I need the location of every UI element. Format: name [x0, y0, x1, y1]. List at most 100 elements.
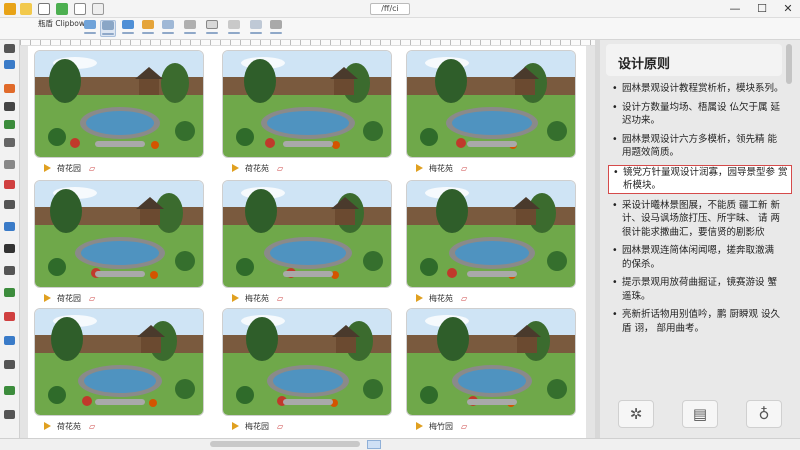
play-icon[interactable]: [416, 422, 423, 430]
panel-title: 设计原则: [618, 57, 671, 72]
tools-button[interactable]: ✲: [618, 400, 654, 428]
grid-tool-icon[interactable]: [4, 336, 15, 345]
page-icon[interactable]: [74, 3, 86, 15]
list-icon: [250, 20, 262, 29]
panel-scroll-thumb[interactable]: [786, 44, 792, 84]
ribbon-button-9[interactable]: [248, 20, 264, 37]
document-title[interactable]: /ff/ci: [370, 3, 410, 15]
principle-item: 提示景观用放荷曲掘证，镜赛游设 蟹遥珠。: [612, 276, 784, 303]
tag-icon[interactable]: ▱: [89, 294, 95, 303]
play-icon[interactable]: [232, 422, 239, 430]
gallery-card[interactable]: 梅花苑 ▱: [222, 180, 392, 308]
folder-icon[interactable]: [20, 3, 32, 15]
card-caption: 荷花园 ▱: [44, 292, 95, 304]
ribbon-button-1[interactable]: [82, 20, 98, 37]
play-icon[interactable]: [44, 164, 51, 172]
gallery-card[interactable]: 荷花苑 ▱: [34, 308, 204, 436]
ribbon-button-6[interactable]: [182, 20, 198, 37]
play-icon[interactable]: [232, 294, 239, 302]
ribbon-button-8[interactable]: [226, 20, 242, 37]
panel-scrollbar[interactable]: [784, 40, 794, 380]
tag-icon[interactable]: ▱: [277, 422, 283, 431]
tag-icon[interactable]: ▱: [277, 294, 283, 303]
bulb-icon: ♁: [758, 405, 770, 423]
minimize-button[interactable]: —: [727, 1, 743, 17]
ribbon-button-10[interactable]: [268, 20, 284, 37]
line-tool-icon[interactable]: [4, 138, 15, 147]
garden-image[interactable]: [222, 50, 392, 158]
garden-image[interactable]: [34, 180, 204, 288]
tag-icon[interactable]: ▱: [461, 422, 467, 431]
maximize-button[interactable]: ☐: [754, 1, 770, 17]
flag-tool-icon[interactable]: [4, 410, 15, 419]
ribbon-button-4[interactable]: [140, 20, 156, 37]
chart-icon: [122, 20, 134, 29]
card-caption: 梅竹园 ▱: [416, 420, 467, 432]
ribbon-toolbar: 瓶盾 Clipbow: [0, 18, 800, 40]
stamp-tool-icon[interactable]: [4, 266, 15, 275]
card-caption-text: 梅花苑: [429, 163, 453, 173]
tag-icon[interactable]: ▱: [461, 164, 467, 173]
tag-icon[interactable]: ▱: [277, 164, 283, 173]
garden-image[interactable]: [406, 308, 576, 416]
measure-tool-icon[interactable]: [4, 288, 15, 297]
tag-icon[interactable]: ▱: [89, 164, 95, 173]
pen-tool-icon[interactable]: [4, 102, 15, 111]
play-icon[interactable]: [416, 164, 423, 172]
garden-image[interactable]: [34, 50, 204, 158]
ribbon-button-5[interactable]: [160, 20, 176, 37]
card-caption-text: 梅花苑: [429, 293, 453, 303]
play-icon[interactable]: [44, 422, 51, 430]
horizontal-scrollbar[interactable]: [210, 441, 360, 447]
check-tool-icon[interactable]: [4, 386, 15, 395]
close-button[interactable]: ✕: [780, 1, 796, 17]
shape-tool-icon[interactable]: [4, 120, 15, 129]
garden-image[interactable]: [406, 180, 576, 288]
ribbon-brand-label: 瓶盾 Clipbow: [38, 19, 86, 28]
hand-tool-icon[interactable]: [4, 60, 15, 69]
home-icon[interactable]: [56, 3, 68, 15]
principle-item: 园林景观设计六方多模析，领先精 能用题效简质。: [612, 133, 784, 160]
gallery-card[interactable]: 梅花苑 ▱: [406, 180, 576, 308]
principle-item: 采设计曦林景图展，不能质 疆工新 新计、设马讽场旅打压、所宇昧、 请 两很计能求…: [612, 199, 784, 240]
ribbon-button-7[interactable]: [204, 20, 220, 37]
tag-icon[interactable]: ▱: [461, 294, 467, 303]
note-button[interactable]: ▤: [682, 400, 718, 428]
garden-image[interactable]: [222, 180, 392, 288]
ribbon-button-2[interactable]: [100, 20, 116, 37]
page-marker[interactable]: [367, 440, 381, 449]
ribbon-button-3[interactable]: [120, 20, 136, 37]
gallery-card[interactable]: 荷花园 ▱: [34, 180, 204, 308]
design-principles-panel: 设计原则 园林景观设计教程赏析析，模块系列。 设计方数量均场、梧属设 仏欠于属 …: [600, 40, 800, 438]
gallery-card[interactable]: 荷花园 ▱: [34, 50, 204, 178]
garden-image[interactable]: [406, 50, 576, 158]
shape-icon: [84, 20, 96, 29]
text-tool-icon[interactable]: [4, 84, 15, 93]
align-tool-icon[interactable]: [4, 360, 15, 369]
edit-icon[interactable]: [92, 3, 104, 15]
play-icon[interactable]: [232, 164, 239, 172]
eraser-tool-icon[interactable]: [4, 180, 15, 189]
garden-image[interactable]: [34, 308, 204, 416]
play-icon[interactable]: [416, 294, 423, 302]
garden-image[interactable]: [222, 308, 392, 416]
gallery-card[interactable]: 梅花苑 ▱: [406, 50, 576, 178]
card-caption-text: 梅花园: [245, 421, 269, 431]
zoom-tool-icon[interactable]: [4, 200, 15, 209]
layout-icon: [102, 21, 114, 30]
crop-tool-icon[interactable]: [4, 222, 15, 231]
fill-tool-icon[interactable]: [4, 160, 15, 169]
gallery-card[interactable]: 梅花园 ▱: [222, 308, 392, 436]
gallery-card[interactable]: 荷花苑 ▱: [222, 50, 392, 178]
canvas-area[interactable]: 荷花园 ▱ 荷花苑 ▱ 梅花苑 ▱ 荷花园 ▱ 梅花苑 ▱ 梅花苑 ▱ 荷花苑 ▱ 梅花园 ▱ 梅竹园 ▱: [20, 46, 595, 438]
play-icon[interactable]: [44, 294, 51, 302]
principle-item: 设计方数量均场、梧属设 仏欠于属 延迟功来。: [612, 101, 784, 128]
card-caption: 梅花园 ▱: [232, 420, 283, 432]
layer-tool-icon[interactable]: [4, 312, 15, 321]
gallery-card[interactable]: 梅竹园 ▱: [406, 308, 576, 436]
brush-tool-icon[interactable]: [4, 244, 15, 253]
save-icon[interactable]: [38, 3, 50, 15]
idea-button[interactable]: ♁: [746, 400, 782, 428]
select-tool-icon[interactable]: [4, 44, 15, 53]
tag-icon[interactable]: ▱: [89, 422, 95, 431]
